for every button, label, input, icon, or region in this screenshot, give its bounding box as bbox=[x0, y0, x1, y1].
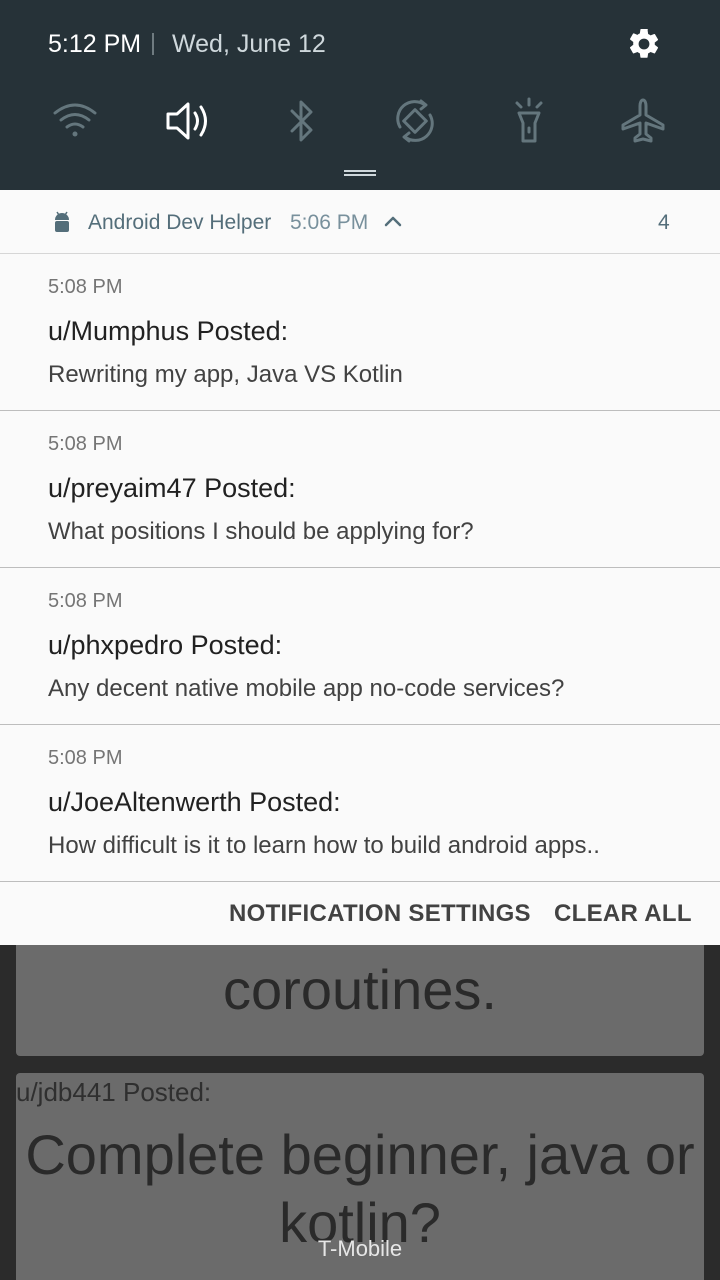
app-name: Android Dev Helper bbox=[88, 211, 272, 234]
notification-time: 5:08 PM bbox=[48, 433, 123, 455]
clock: 5:12 PM bbox=[48, 30, 142, 58]
quick-settings-tiles bbox=[0, 96, 720, 146]
bluetooth-icon[interactable] bbox=[277, 96, 327, 146]
notification-time: 5:08 PM bbox=[48, 747, 123, 769]
notification-item[interactable]: 5:08 PM u/JoeAltenwerth Posted: How diff… bbox=[0, 725, 720, 882]
notification-count: 4 bbox=[658, 211, 670, 234]
chevron-up-icon[interactable] bbox=[384, 214, 402, 233]
divider bbox=[152, 33, 154, 55]
notification-body: Any decent native mobile app no-code ser… bbox=[48, 675, 565, 702]
rotate-icon[interactable] bbox=[390, 96, 440, 146]
notification-item[interactable]: 5:08 PM u/Mumphus Posted: Rewriting my a… bbox=[0, 254, 720, 411]
background-app: coroutines. u/jdb441 Posted: Complete be… bbox=[0, 945, 720, 1280]
notification-item[interactable]: 5:08 PM u/preyaim47 Posted: What positio… bbox=[0, 411, 720, 568]
notification-settings-button[interactable]: NOTIFICATION SETTINGS bbox=[229, 900, 531, 928]
drag-handle[interactable] bbox=[344, 170, 376, 176]
notification-title: u/JoeAltenwerth Posted: bbox=[48, 787, 341, 817]
notification-time: 5:08 PM bbox=[48, 276, 123, 298]
android-icon bbox=[52, 210, 72, 239]
notification-item[interactable]: 5:08 PM u/phxpedro Posted: Any decent na… bbox=[0, 568, 720, 725]
notification-title: u/Mumphus Posted: bbox=[48, 316, 289, 346]
date: Wed, June 12 bbox=[172, 30, 326, 58]
post-card[interactable]: coroutines. bbox=[16, 945, 704, 1056]
notification-time: 5:08 PM bbox=[48, 590, 123, 612]
clear-all-button[interactable]: CLEAR ALL bbox=[554, 900, 692, 928]
airplane-icon[interactable] bbox=[618, 96, 668, 146]
notification-title: u/preyaim47 Posted: bbox=[48, 473, 296, 503]
flashlight-icon[interactable] bbox=[504, 96, 554, 146]
carrier-label: T-Mobile bbox=[317, 1236, 403, 1261]
post-title: coroutines. bbox=[223, 958, 497, 1021]
volume-icon[interactable] bbox=[164, 96, 214, 146]
wifi-icon[interactable] bbox=[50, 96, 100, 146]
notification-body: What positions I should be applying for? bbox=[48, 518, 474, 545]
notification-group-header[interactable]: Android Dev Helper 5:06 PM 4 bbox=[0, 190, 720, 254]
notification-body: Rewriting my app, Java VS Kotlin bbox=[48, 361, 403, 388]
notification-title: u/phxpedro Posted: bbox=[48, 630, 283, 660]
group-time: 5:06 PM bbox=[290, 211, 369, 234]
notification-actions: NOTIFICATION SETTINGS CLEAR ALL bbox=[0, 882, 720, 945]
notification-panel: Android Dev Helper 5:06 PM 4 5:08 PM u/M… bbox=[0, 190, 720, 945]
notification-body: How difficult is it to learn how to buil… bbox=[48, 832, 600, 859]
quick-settings-shade: 5:12 PM Wed, June 12 bbox=[0, 0, 720, 190]
gear-icon[interactable] bbox=[626, 26, 662, 62]
post-author: u/jdb441 Posted: bbox=[16, 1077, 212, 1107]
